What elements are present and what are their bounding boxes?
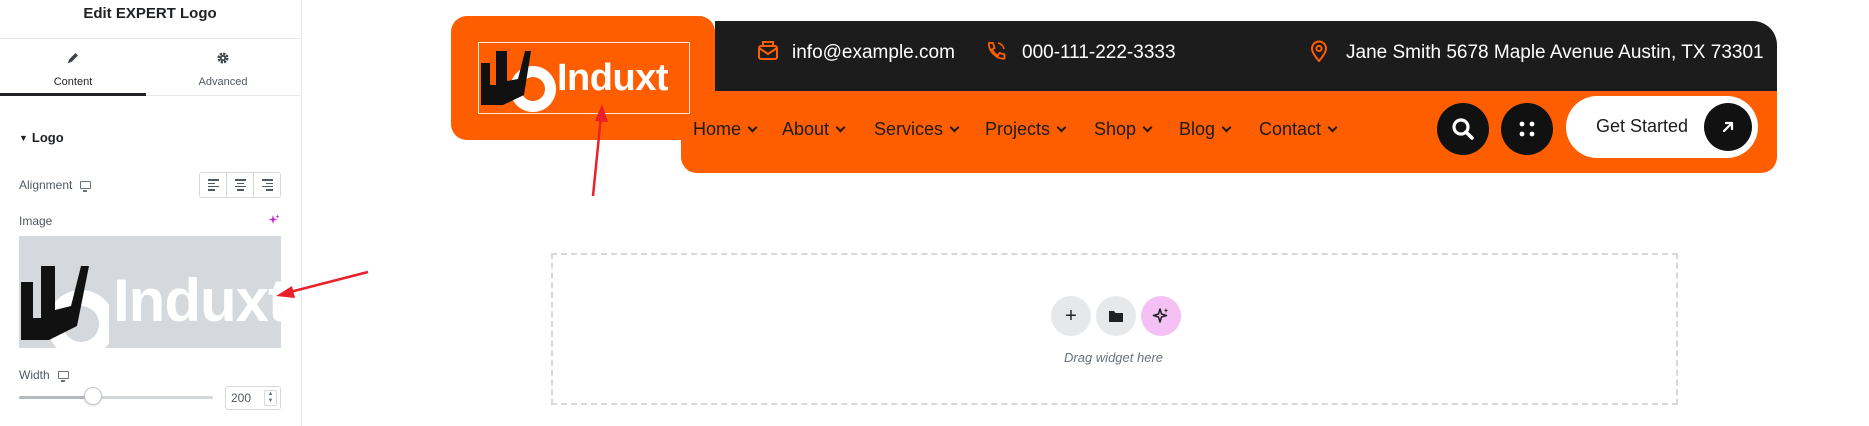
chevron-down-icon — [1327, 122, 1338, 133]
width-number-input[interactable]: 200 ▲ ▼ — [225, 386, 281, 410]
panel-title: Edit EXPERT Logo — [83, 5, 217, 22]
location-pin-icon — [1309, 40, 1329, 67]
nav-projects[interactable]: Projects — [985, 119, 1067, 140]
section-logo-title: Logo — [31, 130, 64, 145]
align-center-button[interactable] — [227, 173, 254, 197]
width-slider-track[interactable] — [19, 396, 213, 399]
stepper-arrows-icon[interactable]: ▲ ▼ — [264, 390, 277, 406]
nav-about-label: About — [782, 119, 830, 139]
nav-contact-label: Contact — [1259, 119, 1322, 139]
tab-advanced[interactable]: Advanced — [150, 39, 296, 96]
chevron-down-icon — [949, 122, 960, 133]
nav-about[interactable]: About — [782, 119, 846, 140]
search-icon — [1452, 118, 1474, 140]
nav-contact[interactable]: Contact — [1259, 119, 1338, 140]
align-left-button[interactable] — [200, 173, 227, 197]
screen: Edit EXPERT Logo Content Advanced ▼ Logo … — [0, 0, 1869, 426]
desktop-icon-2[interactable] — [57, 371, 69, 382]
arrow-up-right-icon — [1704, 103, 1752, 151]
add-icon: + — [1065, 304, 1077, 327]
logo-text: Induxt — [557, 57, 668, 99]
align-center-icon — [234, 177, 246, 192]
align-right-button[interactable] — [254, 173, 280, 197]
width-slider-fill — [19, 396, 93, 399]
add-section-button[interactable]: + — [1051, 296, 1091, 336]
editor-panel: Edit EXPERT Logo Content Advanced ▼ Logo … — [0, 0, 302, 426]
width-value: 200 — [231, 391, 252, 405]
width-slider-handle[interactable] — [83, 387, 102, 405]
chevron-down-icon — [1142, 122, 1153, 133]
folder-icon — [1109, 311, 1123, 322]
pencil-icon — [0, 51, 146, 68]
header-email[interactable]: info@example.com — [792, 42, 955, 64]
phone-icon — [985, 40, 1007, 67]
ai-sparkle-icon[interactable] — [268, 214, 280, 229]
logo-mark-icon — [21, 266, 109, 348]
ai-sparkle-icon — [1152, 308, 1169, 323]
ai-build-button[interactable] — [1141, 296, 1181, 336]
nav-home[interactable]: Home — [693, 119, 758, 140]
caret-down-icon: ▼ — [19, 133, 28, 143]
nav-blog-label: Blog — [1179, 119, 1216, 139]
chevron-down-icon — [1221, 122, 1232, 133]
menu-grid-button[interactable] — [1501, 103, 1553, 155]
width-label-text: Width — [19, 368, 50, 382]
nav-services[interactable]: Services — [874, 119, 960, 140]
alignment-label: Alignment — [19, 178, 92, 192]
chevron-down-icon — [747, 122, 758, 133]
width-label: Width — [19, 368, 69, 382]
nav-services-label: Services — [874, 119, 944, 139]
tab-content-label: Content — [53, 76, 93, 88]
logo-mark-icon-header — [481, 51, 556, 112]
image-preview[interactable]: Induxt — [19, 236, 281, 348]
image-label: Image — [19, 214, 53, 228]
dots-grid-icon — [1519, 121, 1535, 137]
tab-content[interactable]: Content — [0, 39, 146, 96]
get-started-button[interactable]: Get Started — [1566, 96, 1758, 158]
nav-shop-label: Shop — [1094, 119, 1137, 139]
align-right-icon — [261, 177, 273, 192]
chevron-down-icon — [1056, 122, 1067, 133]
alignment-control — [199, 172, 281, 198]
gear-icon — [150, 51, 296, 68]
alignment-label-text: Alignment — [19, 178, 73, 192]
image-preview-text: Induxt — [113, 267, 281, 334]
dropzone-hint: Drag widget here — [1064, 350, 1163, 365]
search-button[interactable] — [1437, 103, 1489, 155]
mail-icon — [757, 40, 779, 67]
nav-shop[interactable]: Shop — [1094, 119, 1153, 140]
chevron-down-icon — [835, 122, 846, 133]
desktop-icon[interactable] — [80, 181, 92, 192]
align-left-icon — [207, 177, 219, 192]
nav-projects-label: Projects — [985, 119, 1051, 139]
nav-home-label: Home — [693, 119, 742, 139]
header-phone[interactable]: 000-111-222-3333 — [1022, 42, 1176, 64]
nav-blog[interactable]: Blog — [1179, 119, 1232, 140]
tab-advanced-label: Advanced — [198, 76, 248, 88]
get-started-label: Get Started — [1596, 116, 1689, 136]
template-library-button[interactable] — [1096, 296, 1136, 336]
header-address[interactable]: Jane Smith 5678 Maple Avenue Austin, TX … — [1346, 42, 1764, 64]
section-logo-toggle[interactable]: ▼ Logo — [19, 130, 64, 145]
editor-tabs: Content Advanced — [0, 38, 300, 96]
